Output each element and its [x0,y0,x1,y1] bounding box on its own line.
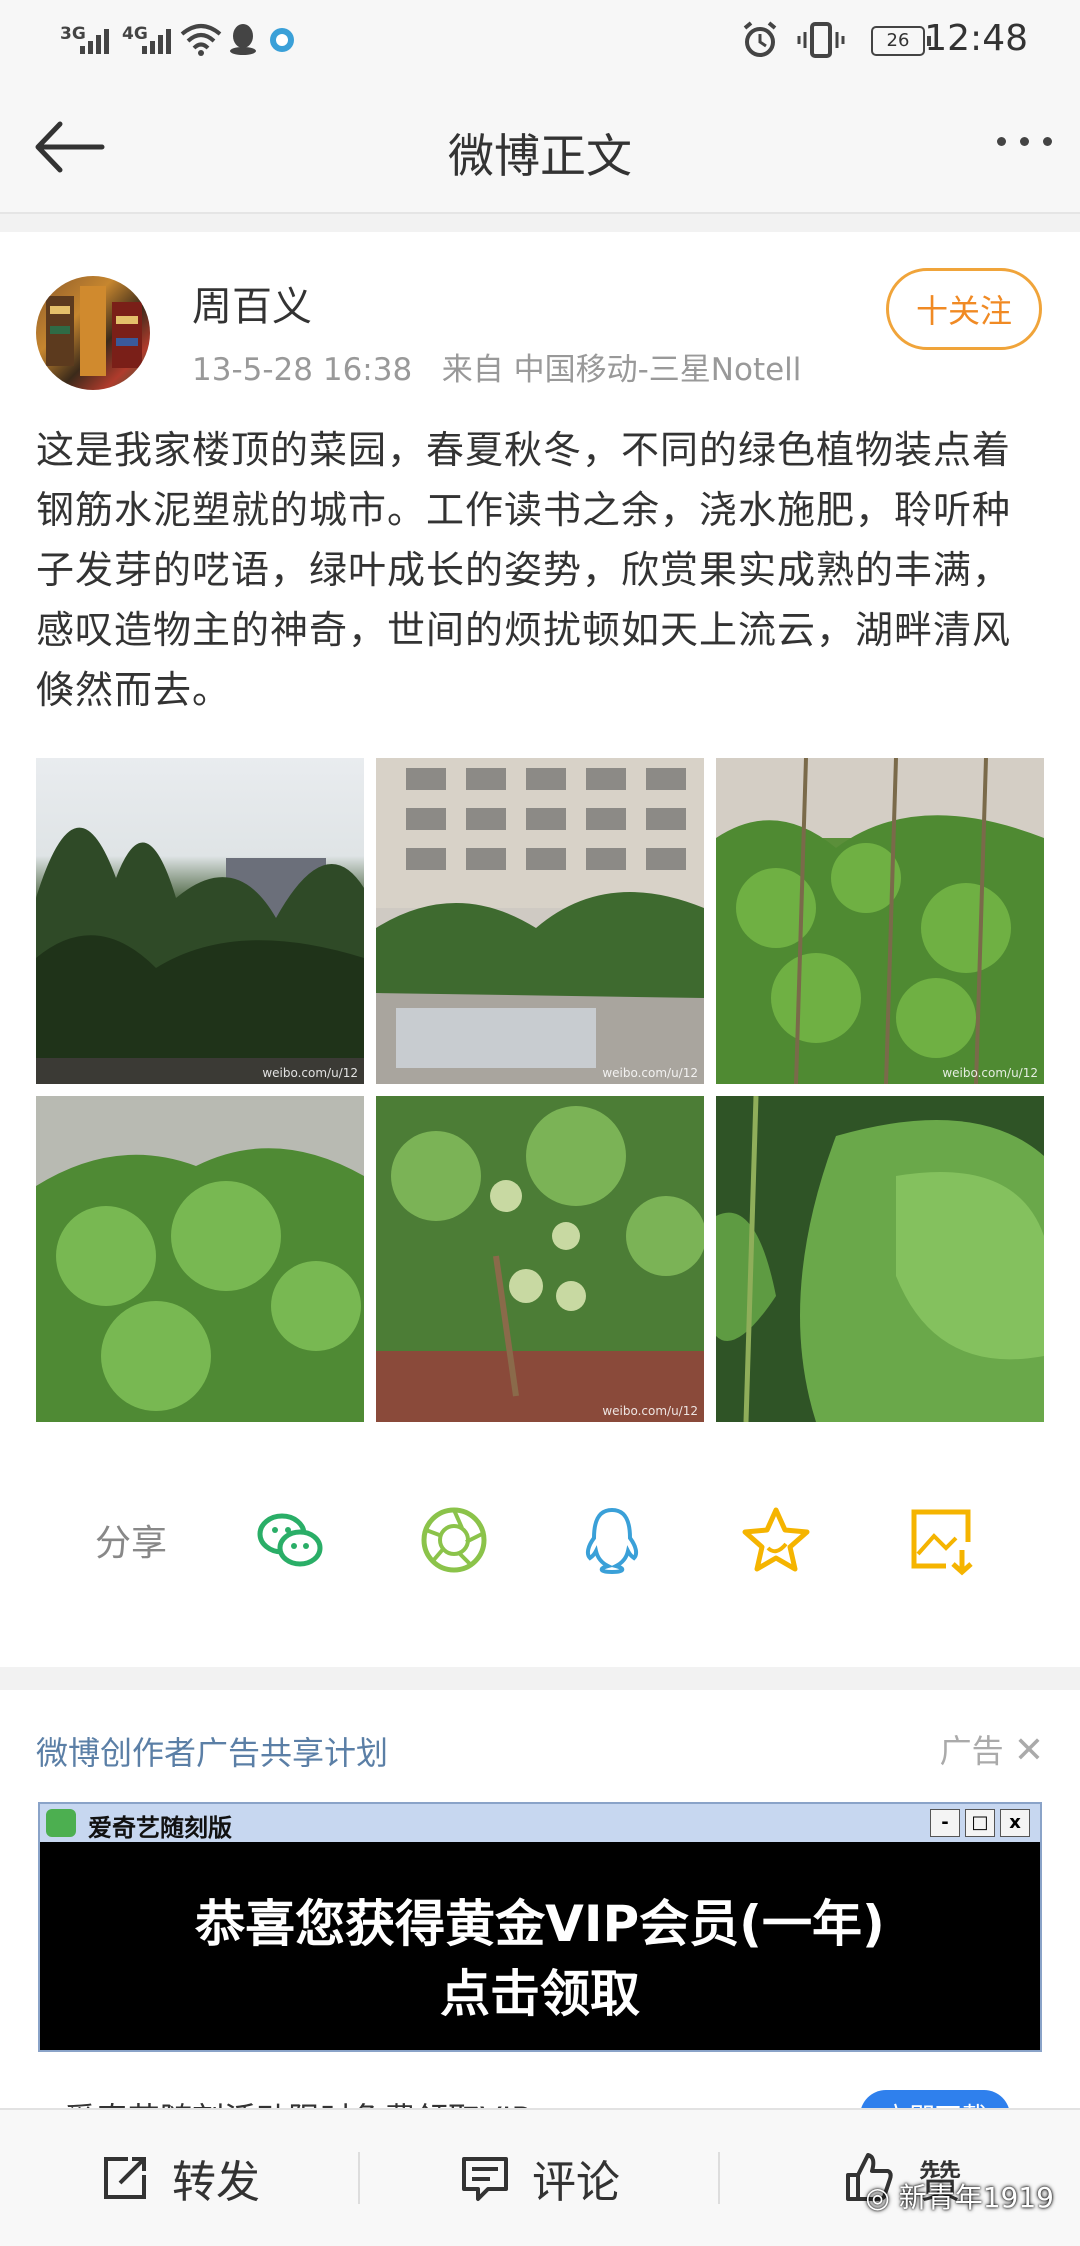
share-label: 分享 [95,1523,168,1564]
photo-6[interactable] [716,1096,1044,1422]
photo-5[interactable]: weibo.com/u/12 [376,1096,704,1422]
divider [718,2152,720,2204]
photo-watermark: weibo.com/u/12 [602,1404,698,1418]
follow-button[interactable]: 十关注 [886,268,1042,350]
page-title: 微博正文 [448,129,632,183]
ad-headline-1: 恭喜您获得黄金VIP会员(一年) [195,1895,885,1953]
save-image-icon[interactable] [906,1504,978,1576]
post-text: 这是我家楼顶的菜园，春夏秋冬，不同的绿色植物装点着钢筋水泥塑就的城市。工作读书之… [36,428,1012,712]
maximize-icon: □ [965,1809,995,1837]
photo-watermark: weibo.com/u/12 [602,1066,698,1080]
ad-tag-label: 广告 [939,1732,1004,1770]
comment-button[interactable]: 评论 [460,2146,620,2210]
repost-label: 转发 [172,2157,260,2208]
window-close-icon: x [1000,1809,1030,1837]
repost-icon [104,2157,146,2199]
ad-title[interactable]: 微博创作者广告共享计划 [36,1728,388,1774]
ad-window-titlebar: 爱奇艺随刻版 - □ x [40,1804,1040,1842]
photo-3[interactable]: weibo.com/u/12 [716,758,1044,1084]
ad-banner[interactable]: 爱奇艺随刻版 - □ x 恭喜您获得黄金VIP会员(一年) 点击领取 [38,1802,1042,2052]
favorite-star-icon[interactable] [740,1504,812,1576]
post-meta: 13-5-28 16:38 来自 中国移动-三星Notell [192,344,801,389]
author-name[interactable]: 周百义 [192,274,312,332]
overlay-watermark-text: 新青年1919 [898,2181,1054,2214]
post-timestamp: 13-5-28 16:38 [192,352,413,388]
more-options-icon[interactable] [997,137,1052,146]
wechat-icon[interactable] [254,1504,326,1576]
status-bar: 3G 4G 26 12:48 [0,0,1080,82]
bottom-action-bar: 转发 评论 赞 ◎ 新青年1919 [0,2108,1080,2246]
avatar[interactable] [36,276,150,390]
photo-2[interactable]: weibo.com/u/12 [376,758,704,1084]
photo-4[interactable] [36,1096,364,1422]
ad-card[interactable]: 微博创作者广告共享计划 广告 ✕ 爱奇艺随刻版 - □ x 恭喜您获得黄金VIP… [0,1690,1080,2140]
ad-tag[interactable]: 广告 ✕ [940,1726,1044,1772]
cell-signal-icon [80,28,109,54]
post-source: 来自 中国移动-三星Notell [441,352,802,388]
close-icon[interactable]: ✕ [1014,1730,1044,1771]
comment-icon [462,2157,508,2201]
ad-headline-2: 点击领取 [440,1965,640,2023]
repost-button[interactable]: 转发 [100,2146,260,2210]
top-nav-bar: 微博正文 [0,82,1080,214]
battery-icon: 26 [871,26,931,56]
browser-status-icon [270,28,294,52]
cell-signal-icon-2 [142,28,171,54]
photo-watermark: weibo.com/u/12 [942,1066,1038,1080]
divider [358,2152,360,2204]
post-card: 周百义 13-5-28 16:38 来自 中国移动-三星Notell 十关注 这… [0,232,1080,1667]
photo-1[interactable]: weibo.com/u/12 [36,758,364,1084]
wifi-icon [180,24,222,56]
comment-label: 评论 [532,2157,620,2208]
minimize-icon: - [930,1809,960,1837]
share-row: 分享 [0,1484,1080,1594]
photo-watermark: weibo.com/u/12 [262,1066,358,1080]
photo-grid: weibo.com/u/12 weibo.com/u/12 weibo.com/… [36,758,1044,1422]
overlay-watermark: ◎ 新青年1919 [865,2176,1054,2216]
wechat-watermark-icon: ◎ [865,2181,890,2214]
vibrate-icon [797,22,845,58]
alarm-icon [743,21,777,57]
qq-icon[interactable] [576,1504,648,1576]
clock: 12:48 [924,18,1028,59]
iqiyi-logo-icon [46,1809,76,1837]
moments-icon[interactable] [418,1504,490,1576]
qq-status-icon [230,24,256,55]
ad-app-name: 爱奇艺随刻版 [88,1814,232,1842]
